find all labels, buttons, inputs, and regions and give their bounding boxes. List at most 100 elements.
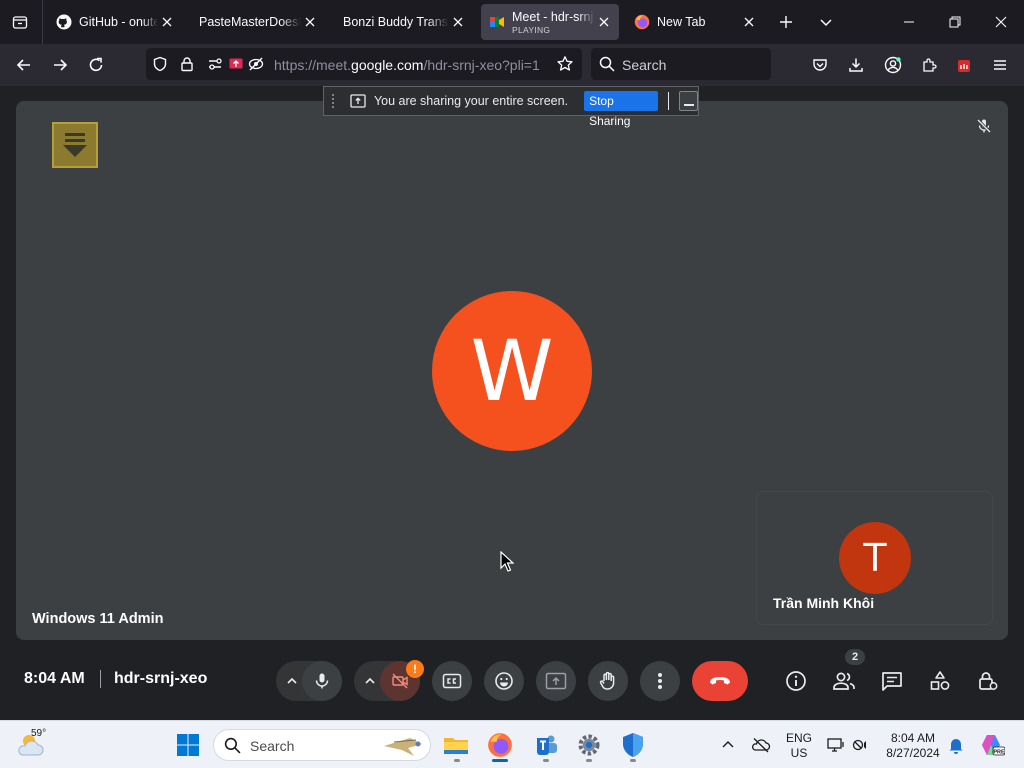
- tab-separator: [42, 0, 43, 44]
- minimize-icon: [683, 104, 694, 106]
- screen-sharing-indicator-icon[interactable]: [227, 55, 245, 73]
- github-icon: [56, 14, 72, 30]
- tab-github[interactable]: GitHub - onuter: [46, 4, 182, 40]
- reactions-button[interactable]: [484, 661, 524, 701]
- firefox-icon[interactable]: [484, 729, 516, 761]
- app-menu-button[interactable]: [986, 51, 1014, 79]
- microphone-button[interactable]: [302, 661, 342, 701]
- browser-tab-strip: GitHub - onuter PasteMasterDoesMa Bonzi …: [0, 0, 1024, 44]
- restore-icon: [949, 16, 961, 28]
- windows-logo-icon: [177, 734, 199, 756]
- close-tab-icon[interactable]: [449, 13, 467, 31]
- people-icon: [833, 672, 855, 690]
- search-highlight-icon: [380, 732, 426, 760]
- more-options-button[interactable]: [640, 661, 680, 701]
- weather-temperature: 59°: [31, 728, 47, 739]
- back-button[interactable]: [10, 51, 38, 79]
- network-volume-icon[interactable]: [845, 729, 877, 761]
- settings-gear-icon[interactable]: [573, 729, 605, 761]
- list-all-tabs-button[interactable]: [6, 10, 34, 34]
- running-indicator: [454, 759, 460, 762]
- chevron-up-icon: [722, 741, 734, 748]
- tab-overflow-button[interactable]: [813, 10, 839, 34]
- chat-button[interactable]: [872, 661, 912, 701]
- hide-notification-button[interactable]: [679, 91, 698, 111]
- download-icon: [849, 58, 863, 72]
- chevron-up-icon: [287, 677, 297, 684]
- close-tab-icon[interactable]: [740, 13, 758, 31]
- close-window-button[interactable]: [978, 4, 1024, 40]
- forward-button[interactable]: [46, 51, 74, 79]
- input-language[interactable]: ENG US: [784, 731, 814, 761]
- self-view-tile[interactable]: T Trần Minh Khôi: [757, 492, 992, 624]
- tab-title: GitHub - onuter: [79, 15, 158, 29]
- activities-button[interactable]: [920, 661, 960, 701]
- meeting-code: hdr-srnj-xeo: [114, 670, 208, 687]
- participant-count-badge: 2: [845, 649, 865, 665]
- drag-handle-icon[interactable]: [328, 92, 337, 110]
- windows-security-icon[interactable]: [617, 729, 649, 761]
- divider: [668, 92, 670, 110]
- account-icon: [884, 56, 902, 74]
- tab-new-tab[interactable]: New Tab: [624, 4, 764, 40]
- account-button[interactable]: [879, 51, 907, 79]
- pocket-button[interactable]: [806, 51, 834, 79]
- reload-button[interactable]: [82, 51, 110, 79]
- shield-icon[interactable]: [151, 55, 169, 73]
- close-tab-icon[interactable]: [595, 13, 613, 31]
- present-screen-button[interactable]: [536, 661, 576, 701]
- url-text[interactable]: https://meet.google.com/hdr-srnj-xeo?pli…: [274, 57, 544, 73]
- search-placeholder: Search: [250, 738, 295, 754]
- extensions-button[interactable]: [915, 51, 943, 79]
- tab-meet[interactable]: Meet - hdr-srnj PLAYING: [481, 4, 619, 40]
- close-tab-icon[interactable]: [301, 13, 319, 31]
- participant-name: Trần Minh Khôi: [773, 595, 875, 611]
- pocket-icon: [813, 59, 827, 71]
- meet-call-area: W Windows 11 Admin T Trần Minh Khôi 8:04…: [0, 86, 1024, 720]
- download-arrow-icon[interactable]: [52, 122, 98, 168]
- file-explorer-icon[interactable]: [440, 729, 472, 761]
- muted-mic-icon: [973, 115, 995, 137]
- tracking-protection-off-icon[interactable]: [247, 55, 265, 73]
- restore-button[interactable]: [932, 4, 978, 40]
- stop-sharing-button[interactable]: Stop Sharing: [584, 91, 659, 128]
- camera-off-icon: [392, 673, 408, 689]
- people-button[interactable]: [824, 661, 864, 701]
- system-clock[interactable]: 8:04 AM 8/27/2024: [882, 731, 944, 761]
- url-bar[interactable]: https://meet.google.com/hdr-srnj-xeo?pli…: [146, 48, 582, 80]
- meeting-details-button[interactable]: [776, 661, 816, 701]
- hang-up-icon: [710, 677, 730, 685]
- teams-icon[interactable]: [530, 729, 562, 761]
- minimize-button[interactable]: [886, 4, 932, 40]
- closed-captions-icon: [442, 673, 462, 689]
- lock-icon[interactable]: [178, 55, 196, 73]
- onedrive-offline-icon[interactable]: [745, 729, 777, 761]
- permissions-icon[interactable]: [206, 55, 224, 73]
- main-participant-tile[interactable]: W Windows 11 Admin T Trần Minh Khôi: [16, 101, 1008, 640]
- reload-icon: [89, 57, 103, 72]
- raise-hand-button[interactable]: [588, 661, 628, 701]
- notification-bell-icon[interactable]: [940, 729, 972, 761]
- show-hidden-icons-button[interactable]: [712, 729, 744, 761]
- close-tab-icon[interactable]: [158, 13, 176, 31]
- host-controls-button[interactable]: [968, 661, 1008, 701]
- extension-adblock-button[interactable]: [950, 51, 978, 79]
- tab-bonzi-buddy[interactable]: Bonzi Buddy Transla: [333, 4, 473, 40]
- new-tab-button[interactable]: [773, 10, 799, 34]
- participant-avatar: T: [839, 522, 911, 594]
- navigation-toolbar: https://meet.google.com/hdr-srnj-xeo?pli…: [0, 44, 1024, 106]
- mouse-cursor-icon: [500, 551, 514, 573]
- taskbar-search-box[interactable]: Search: [213, 729, 431, 761]
- start-button[interactable]: [172, 729, 204, 761]
- downloads-button[interactable]: [842, 51, 870, 79]
- captions-button[interactable]: [432, 661, 472, 701]
- bookmark-star-icon[interactable]: [556, 55, 574, 73]
- screen-share-icon: [349, 92, 366, 110]
- divider: [100, 670, 101, 688]
- copilot-icon[interactable]: PRE: [976, 729, 1008, 761]
- leave-call-button[interactable]: [692, 661, 748, 701]
- search-bar[interactable]: Search: [591, 48, 771, 80]
- minimize-icon: [904, 21, 914, 23]
- tab-pastemaster[interactable]: PasteMasterDoesMa: [189, 4, 325, 40]
- chevron-down-icon: [820, 19, 832, 27]
